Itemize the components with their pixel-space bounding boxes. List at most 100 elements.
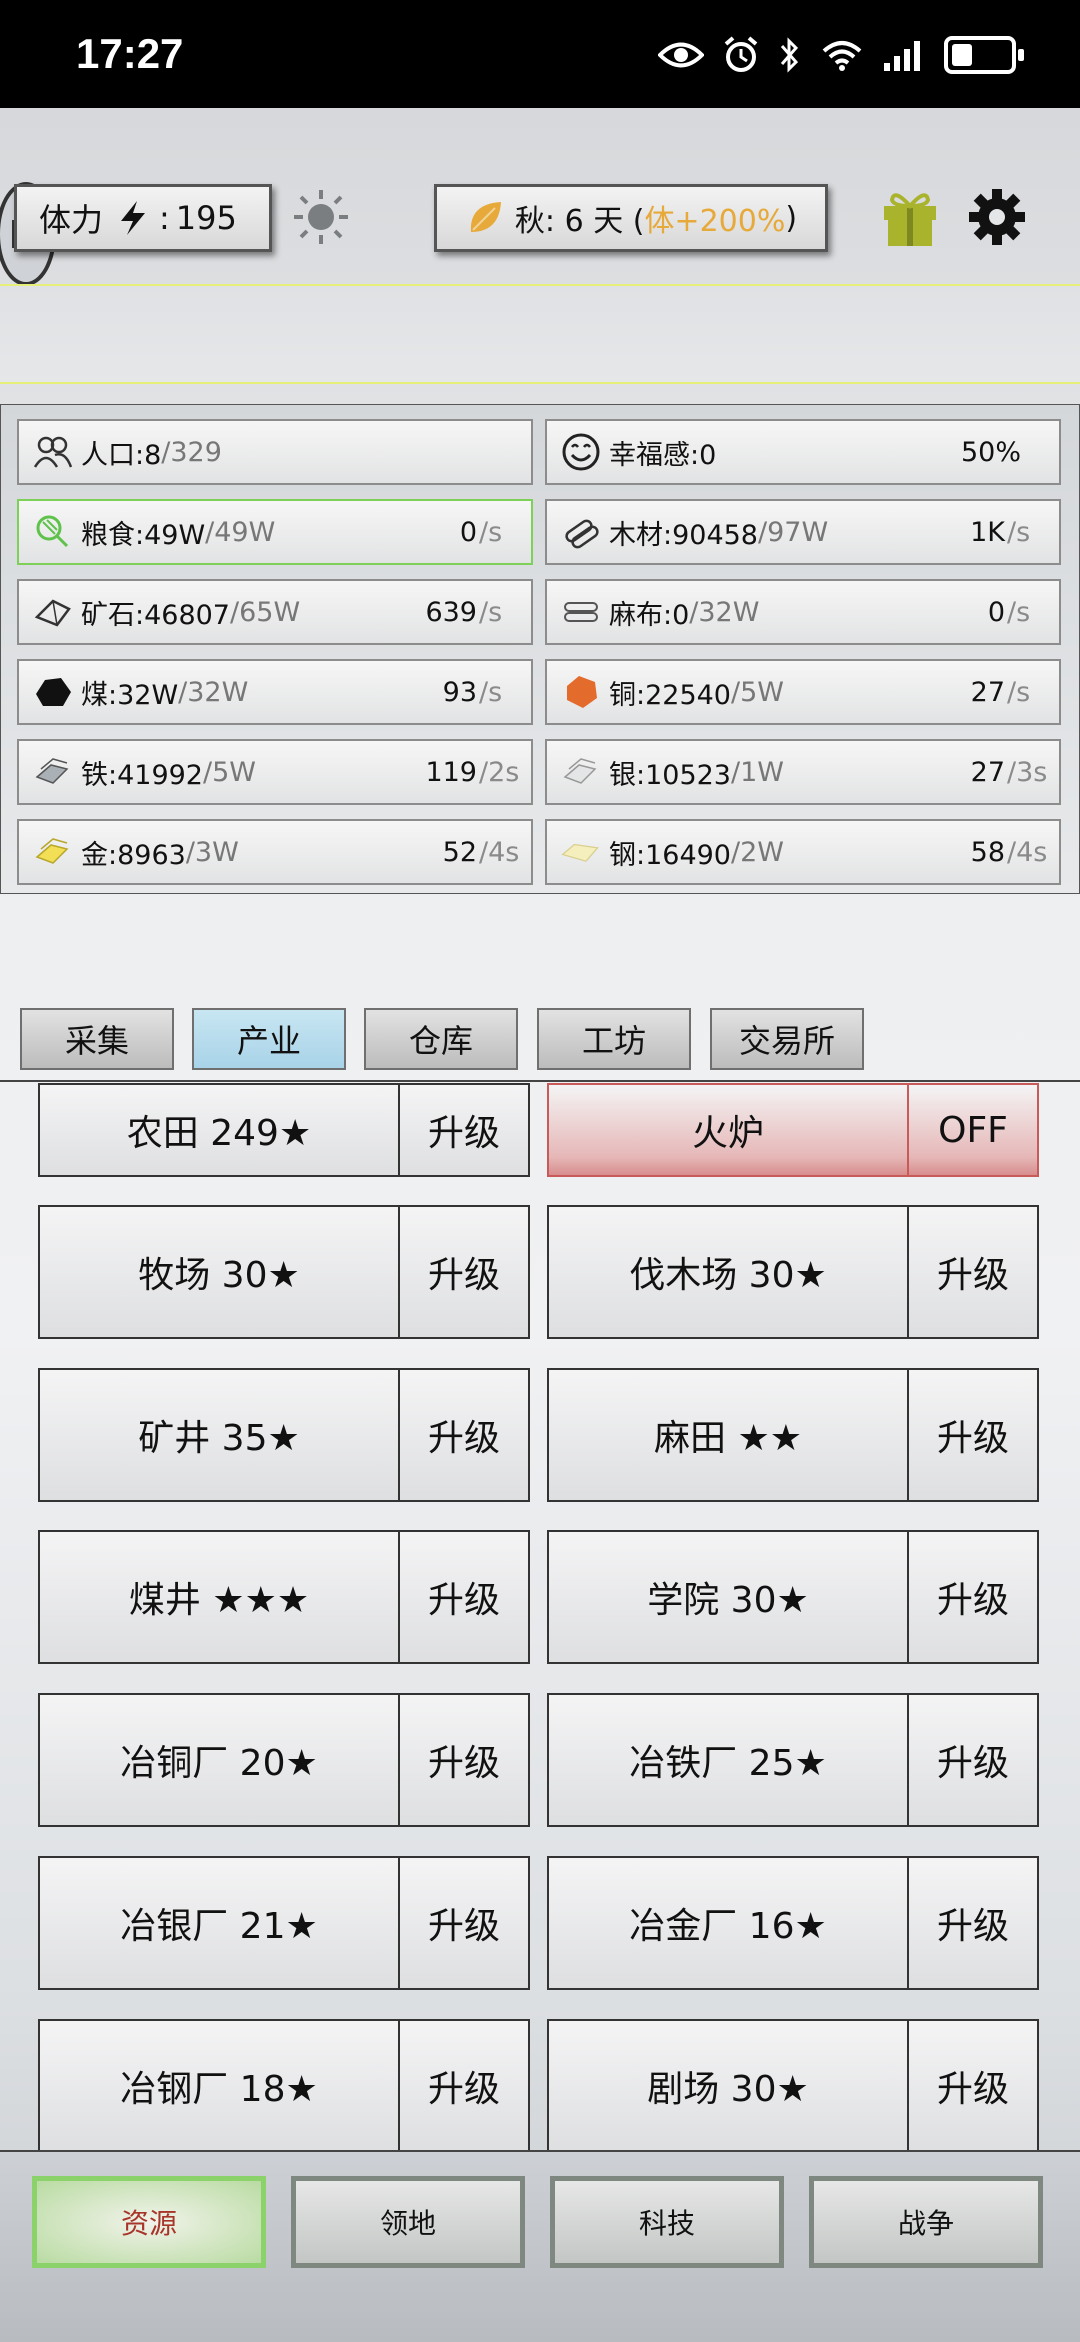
resource-wood: 木材:90458/97W 1K/s [545,499,1061,565]
tab-exchange[interactable]: 交易所 [710,1008,864,1070]
resource-name: 人口:8 [81,439,162,471]
upgrade-button[interactable]: 升级 [907,1370,1037,1500]
season-text: 秋: 6 天 ( [514,204,645,239]
resource-max: /5W [203,756,256,788]
ore-icon [33,592,73,632]
stamina-box: 体力 : 195 [14,184,272,252]
leaf-icon [470,202,501,232]
season-box: 秋: 6 天 ( 体+200% ) [434,184,828,252]
building-title: 冶钢厂 18★ [120,2069,318,2110]
tab-divider [0,1080,1080,1082]
building-academy: 学院 30★ 升级 [547,1530,1039,1664]
alarm-icon [724,36,758,72]
steel-icon [561,832,601,872]
resource-name: 煤:32W [81,679,179,711]
resource-name: 铜:22540 [609,679,731,711]
resource-rate: 52 [442,836,477,868]
furnace-toggle-button[interactable]: OFF [907,1085,1037,1175]
building-flax-field: 麻田 ★★ 升级 [547,1368,1039,1502]
linen-icon [561,592,601,632]
resource-name: 钢:16490 [609,839,731,871]
building-title: 学院 30★ [647,1580,809,1621]
building-furnace: 火炉 OFF [547,1083,1039,1177]
status-bar: 17:27 [0,0,1080,108]
upgrade-button[interactable]: 升级 [907,1532,1037,1662]
clock: 17:27 [76,30,184,77]
settings-gear-icon[interactable] [968,188,1026,246]
resource-iron: 铁:41992/5W 119/2s [17,739,533,805]
resource-name: 麻布:0 [609,599,690,631]
building-title: 牧场 30★ [138,1255,300,1296]
building-title: 剧场 30★ [647,2069,809,2110]
resource-rate-unit: /4s [479,836,520,868]
nav-territory[interactable]: 领地 [291,2176,525,2268]
resource-rate: 119 [425,756,477,788]
season-bonus: 体+200% [644,204,786,239]
building-title: 冶金厂 16★ [629,1906,827,1947]
copper-icon [561,672,601,712]
building-copper-smelter: 冶铜厂 20★ 升级 [38,1693,530,1827]
upgrade-button[interactable]: 升级 [398,1207,528,1337]
resource-max: /65W [230,596,301,628]
upgrade-button[interactable]: 升级 [907,1858,1037,1988]
building-gold-smelter: 冶金厂 16★ 升级 [547,1856,1039,1990]
tab-gather[interactable]: 采集 [20,1008,174,1070]
nav-technology[interactable]: 科技 [550,2176,784,2268]
building-title: 火炉 [691,1113,764,1154]
building-title: 农田 249★ [126,1113,312,1154]
building-steel-mill: 冶钢厂 18★ 升级 [38,2019,530,2153]
lightning-icon [121,201,146,235]
resource-rate: 27 [970,676,1005,708]
upgrade-button[interactable]: 升级 [398,1532,528,1662]
building-title: 矿井 35★ [138,1418,300,1459]
resource-name: 矿石:46807 [81,599,230,631]
bluetooth-icon [780,37,799,73]
wifi-icon [822,41,862,71]
building-silver-smelter: 冶银厂 21★ 升级 [38,1856,530,1990]
resource-name: 铁:41992 [81,759,203,791]
upgrade-button[interactable]: 升级 [398,1085,528,1175]
resource-rate: 639 [425,596,477,628]
upgrade-button[interactable]: 升级 [907,1695,1037,1825]
resource-name: 银:10523 [609,759,731,791]
resource-gold: 金:8963/3W 52/4s [17,819,533,885]
stamina-separator: : [159,199,170,237]
gift-icon[interactable] [880,186,940,248]
message-banner [0,284,1080,384]
tab-industry[interactable]: 产业 [192,1008,346,1070]
battery-level [952,44,972,66]
upgrade-button[interactable]: 升级 [398,1858,528,1988]
building-title: 冶银厂 21★ [120,1906,318,1947]
building-theater: 剧场 30★ 升级 [547,2019,1039,2153]
resource-coal: 煤:32W/32W 93/s [17,659,533,725]
resource-max: /32W [689,596,760,628]
resource-rate-unit: /2s [479,756,520,788]
food-icon [33,512,73,552]
building-title: 冶铁厂 25★ [629,1743,827,1784]
upgrade-button[interactable]: 升级 [398,1370,528,1500]
battery-icon [944,36,1024,74]
resource-name: 木材:90458 [609,519,758,551]
season-close: ) [785,200,798,236]
upgrade-button[interactable]: 升级 [907,1207,1037,1337]
resource-ore: 矿石:46807/65W 639/s [17,579,533,645]
silver-icon [561,752,601,792]
resource-rate-unit: /s [1007,676,1031,708]
resource-max: /49W [205,516,276,548]
upgrade-button[interactable]: 升级 [398,1695,528,1825]
nav-resources[interactable]: 资源 [32,2176,266,2268]
resource-max: /97W [758,516,829,548]
resource-name: 金:8963 [81,839,186,871]
upgrade-button[interactable]: 升级 [907,2021,1037,2151]
nav-war[interactable]: 战争 [809,2176,1043,2268]
happiness-percent: 50% [960,436,1021,468]
tab-workshop[interactable]: 工坊 [537,1008,691,1070]
building-farmland: 农田 249★ 升级 [38,1083,530,1177]
building-title: 冶铜厂 20★ [120,1743,318,1784]
resource-max: /5W [731,676,784,708]
upgrade-button[interactable]: 升级 [398,2021,528,2151]
tab-warehouse[interactable]: 仓库 [364,1008,518,1070]
sun-icon [294,190,348,244]
resource-rate-unit: /s [479,516,503,548]
resource-max: /329 [161,436,222,468]
